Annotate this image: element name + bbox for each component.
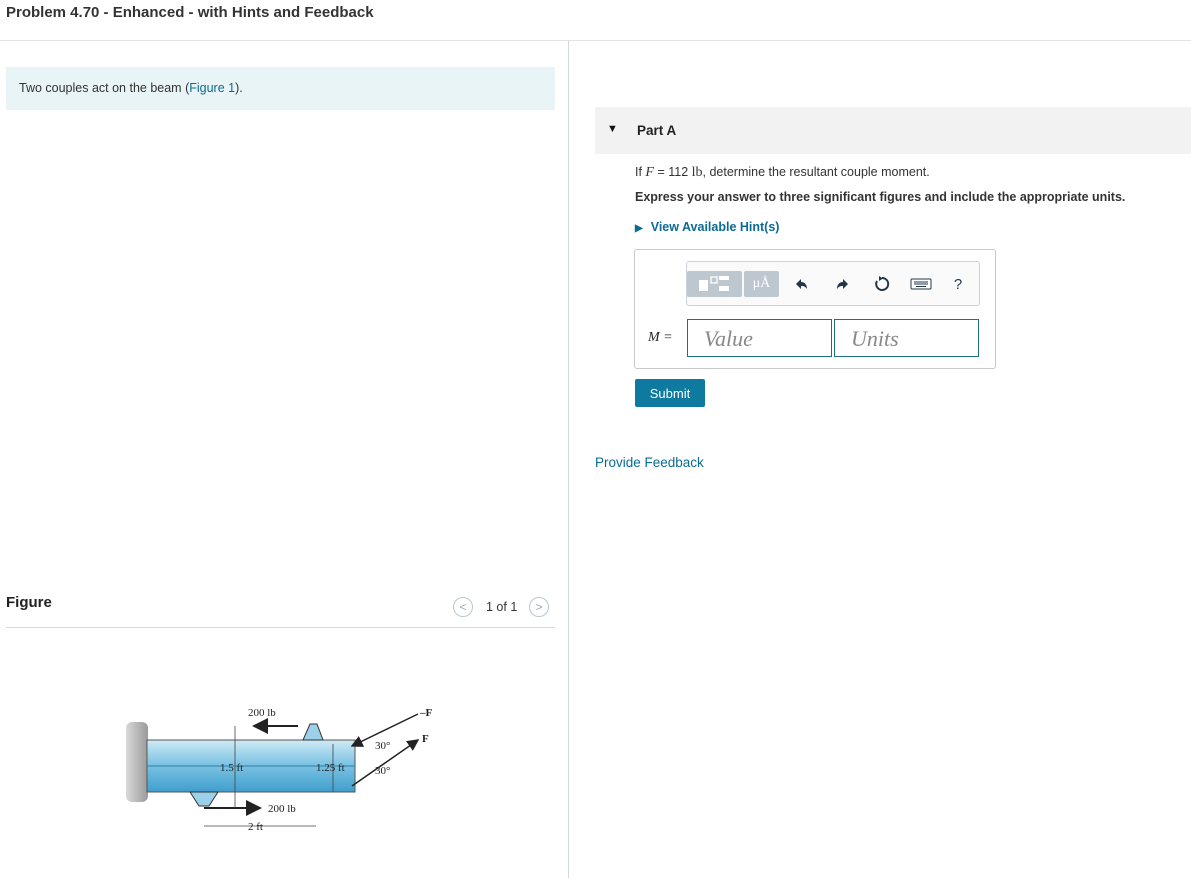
figure-link[interactable]: Figure 1: [189, 81, 235, 95]
keyboard-icon[interactable]: [908, 271, 934, 297]
caret-down-icon: ▼: [607, 123, 618, 135]
force-bottom-label: 200 lb: [268, 803, 296, 815]
page-title: Problem 4.70 - Enhanced - with Hints and…: [6, 4, 374, 21]
next-figure-button[interactable]: >: [529, 597, 549, 617]
force-top-label: 200 lb: [248, 707, 276, 719]
chevron-right-icon: >: [535, 600, 543, 614]
help-icon[interactable]: ?: [947, 271, 969, 297]
units-icon[interactable]: μÅ: [744, 271, 779, 297]
angle-bottom-label: 30°: [375, 765, 390, 777]
templates-icon[interactable]: [687, 271, 742, 297]
dim-left-label: 1.5 ft: [220, 762, 243, 774]
intro-text: Two couples act on the beam (Figure 1).: [19, 81, 243, 95]
chevron-left-icon: <: [459, 600, 467, 614]
units-input[interactable]: Units: [834, 319, 979, 357]
header-divider: [0, 40, 1191, 41]
undo-icon[interactable]: [790, 271, 812, 297]
part-a-label: Part A: [637, 123, 677, 138]
beam-figure: 200 lb 200 lb 1.5 ft 1.25 ft 2 ft –F F 3…: [126, 707, 433, 833]
dim-right-label: 1.25 ft: [316, 762, 345, 774]
answer-box: μÅ ? M = Value Units: [634, 249, 996, 369]
caret-right-icon: ▶: [635, 223, 643, 234]
dim-width-label: 2 ft: [248, 821, 263, 833]
redo-icon[interactable]: [832, 271, 854, 297]
wall: [126, 722, 148, 802]
submit-button[interactable]: Submit: [635, 379, 705, 407]
prev-figure-button[interactable]: <: [453, 597, 473, 617]
answer-variable-label: M =: [648, 330, 673, 345]
question-text: If F = 112 lb, determine the resultant c…: [635, 165, 930, 180]
f-label: F: [422, 733, 429, 745]
figure-pager: 1 of 1: [486, 600, 518, 614]
top-bracket: [302, 723, 324, 741]
bottom-bracket: [189, 791, 219, 807]
view-hints-link[interactable]: ▶ View Available Hint(s): [635, 220, 779, 234]
math-toolbar: μÅ ?: [686, 261, 980, 306]
reset-icon[interactable]: [870, 271, 894, 297]
value-input[interactable]: Value: [687, 319, 832, 357]
provide-feedback-link[interactable]: Provide Feedback: [595, 455, 704, 470]
instruction-text: Express your answer to three significant…: [635, 190, 1126, 204]
figure-heading: Figure: [6, 594, 52, 611]
figure-divider: [6, 627, 555, 628]
angle-top-label: 30°: [375, 740, 390, 752]
part-a-header[interactable]: ▼ Part A: [595, 107, 1191, 154]
pane-divider: [568, 41, 569, 878]
problem-intro: Two couples act on the beam (Figure 1).: [6, 67, 555, 110]
neg-f-label: –F: [419, 707, 433, 719]
